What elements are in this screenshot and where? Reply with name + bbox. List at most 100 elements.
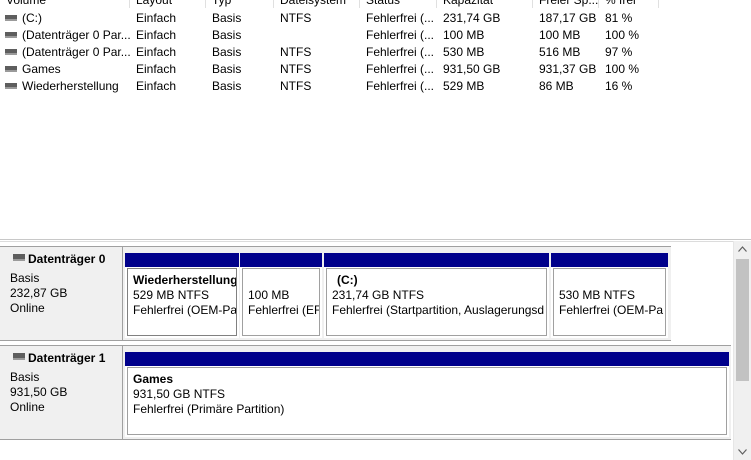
scroll-up-arrow-icon[interactable] xyxy=(734,241,751,258)
disk-size: 232,87 GB xyxy=(10,286,68,300)
volume-name: (Datenträger 0 Par... xyxy=(22,45,130,59)
scrollbar-thumb[interactable] xyxy=(736,259,749,381)
vertical-scrollbar[interactable] xyxy=(733,241,751,460)
volume-status: Fehlerfrei (... xyxy=(366,62,435,76)
splitter[interactable] xyxy=(0,241,751,242)
volume-capacity: 231,74 GB xyxy=(443,11,501,25)
partition-recovery[interactable]: Wiederherstellung 529 MB NTFS Fehlerfrei… xyxy=(125,253,239,338)
volume-free-space: 516 MB xyxy=(539,45,581,59)
volume-list-header: Volume Layout Typ Dateisystem Status Kap… xyxy=(0,0,751,8)
partition-games[interactable]: Games 931,50 GB NTFS Fehlerfrei (Primäre… xyxy=(125,352,729,437)
disk-type: Basis xyxy=(10,370,40,384)
disk-1-label[interactable]: Datenträger 1 Basis 931,50 GB Online xyxy=(0,345,123,440)
volume-free-space: 86 MB xyxy=(539,79,574,93)
disk-graphical-view: Datenträger 0 Basis 232,87 GB Online Wie… xyxy=(0,241,751,460)
partition-bar xyxy=(125,253,239,267)
disk-0-partitions: Wiederherstellung 529 MB NTFS Fehlerfrei… xyxy=(123,246,671,341)
column-header-capacity[interactable]: Kapazität xyxy=(437,0,533,8)
partition-c[interactable]: (C:) 231,74 GB NTFS Fehlerfrei (Startpar… xyxy=(324,253,549,338)
volume-percent-free: 97 % xyxy=(605,45,633,59)
disk-size: 931,50 GB xyxy=(10,385,68,399)
partition-body: 530 MB NTFS Fehlerfrei (OEM-Pa xyxy=(553,268,666,336)
volume-type: Basis xyxy=(212,62,242,76)
volume-row[interactable]: (Datenträger 0 Par... Einfach Basis Fehl… xyxy=(0,27,751,44)
volume-status: Fehlerfrei (... xyxy=(366,28,435,42)
partition-body: (C:) 231,74 GB NTFS Fehlerfrei (Startpar… xyxy=(326,268,547,336)
column-header-filesystem[interactable]: Dateisystem xyxy=(274,0,360,8)
partition-size: 931,50 GB NTFS xyxy=(133,387,226,401)
volume-status: Fehlerfrei (... xyxy=(366,11,435,25)
column-header-volume[interactable]: Volume xyxy=(0,0,130,8)
disk-title: Datenträger 0 xyxy=(28,252,106,266)
partition-size: 530 MB NTFS xyxy=(559,288,636,302)
volume-layout: Einfach xyxy=(136,62,177,76)
volume-filesystem: NTFS xyxy=(280,11,312,25)
volume-layout: Einfach xyxy=(136,45,177,59)
volume-type: Basis xyxy=(212,28,242,42)
disk-0-label[interactable]: Datenträger 0 Basis 232,87 GB Online xyxy=(0,246,123,341)
partition-status: Fehlerfrei (Primäre Partition) xyxy=(133,402,285,416)
scroll-down-arrow-icon[interactable] xyxy=(734,443,751,460)
partition-bar xyxy=(551,253,668,267)
partition-body: Wiederherstellung 529 MB NTFS Fehlerfrei… xyxy=(127,268,237,336)
drive-icon xyxy=(5,49,17,55)
column-header-layout[interactable]: Layout xyxy=(130,0,206,8)
volume-percent-free: 16 % xyxy=(605,79,633,93)
partition-body: 100 MB Fehlerfrei (EF xyxy=(242,268,320,336)
volume-filesystem xyxy=(280,27,360,44)
column-header-percent-free[interactable]: % frei xyxy=(599,0,659,8)
volume-layout: Einfach xyxy=(136,11,177,25)
partition-name: (C:) xyxy=(337,273,358,287)
disk-1-partitions: Games 931,50 GB NTFS Fehlerfrei (Primäre… xyxy=(123,345,731,440)
volume-capacity: 100 MB xyxy=(443,28,485,42)
volume-name: (Datenträger 0 Par... xyxy=(22,28,130,42)
volume-filesystem: NTFS xyxy=(280,45,312,59)
partition-bar xyxy=(324,253,549,267)
volume-filesystem: NTFS xyxy=(280,62,312,76)
volume-row[interactable]: Wiederherstellung Einfach Basis NTFS Feh… xyxy=(0,78,751,95)
partition-size: 529 MB NTFS xyxy=(133,288,210,302)
volume-row[interactable]: (C:) Einfach Basis NTFS Fehlerfrei (... … xyxy=(0,10,751,27)
volume-percent-free: 100 % xyxy=(605,28,640,42)
volume-type: Basis xyxy=(212,79,242,93)
partition-status: Fehlerfrei (OEM-Pa xyxy=(559,303,664,317)
volume-name: (C:) xyxy=(22,11,42,25)
partition-size: 100 MB xyxy=(248,288,290,302)
volume-filesystem: NTFS xyxy=(280,79,312,93)
drive-icon xyxy=(5,83,17,89)
partition-status: Fehlerfrei (OEM-Pa xyxy=(133,303,237,317)
drive-icon xyxy=(5,15,17,21)
disk-state: Online xyxy=(10,301,45,315)
volume-type: Basis xyxy=(212,11,242,25)
partition-status: Fehlerfrei (EF xyxy=(248,303,320,317)
column-header-status[interactable]: Status xyxy=(360,0,437,8)
volume-capacity: 931,50 GB xyxy=(443,62,501,76)
volume-capacity: 529 MB xyxy=(443,79,485,93)
volume-name: Wiederherstellung xyxy=(22,79,119,93)
volume-row[interactable]: (Datenträger 0 Par... Einfach Basis NTFS… xyxy=(0,44,751,61)
partition-name: Wiederherstellung xyxy=(133,273,237,287)
disk-title: Datenträger 1 xyxy=(28,351,106,365)
volume-status: Fehlerfrei (... xyxy=(366,45,435,59)
volume-percent-free: 100 % xyxy=(605,62,640,76)
partition-size: 231,74 GB NTFS xyxy=(332,288,425,302)
partition-status: Fehlerfrei (Startpartition, Auslagerungs… xyxy=(332,303,545,317)
volume-row[interactable]: Games Einfach Basis NTFS Fehlerfrei (...… xyxy=(0,61,751,78)
disk-icon xyxy=(13,254,25,261)
partition-bar xyxy=(240,253,322,267)
partition-bar xyxy=(125,352,729,366)
volume-layout: Einfach xyxy=(136,28,177,42)
partition-oem[interactable]: 530 MB NTFS Fehlerfrei (OEM-Pa xyxy=(551,253,668,338)
column-header-type[interactable]: Typ xyxy=(206,0,274,8)
volume-status: Fehlerfrei (... xyxy=(366,79,435,93)
volume-free-space: 931,37 GB xyxy=(539,62,597,76)
partition-name: Games xyxy=(133,372,174,386)
disk-type: Basis xyxy=(10,271,40,285)
volume-name: Games xyxy=(22,62,61,76)
drive-icon xyxy=(5,32,17,38)
volume-list: Volume Layout Typ Dateisystem Status Kap… xyxy=(0,0,751,240)
disk-icon xyxy=(13,353,25,360)
partition-efi[interactable]: 100 MB Fehlerfrei (EF xyxy=(240,253,322,338)
column-header-free-space[interactable]: Freier Sp... xyxy=(533,0,599,8)
volume-free-space: 100 MB xyxy=(539,28,581,42)
